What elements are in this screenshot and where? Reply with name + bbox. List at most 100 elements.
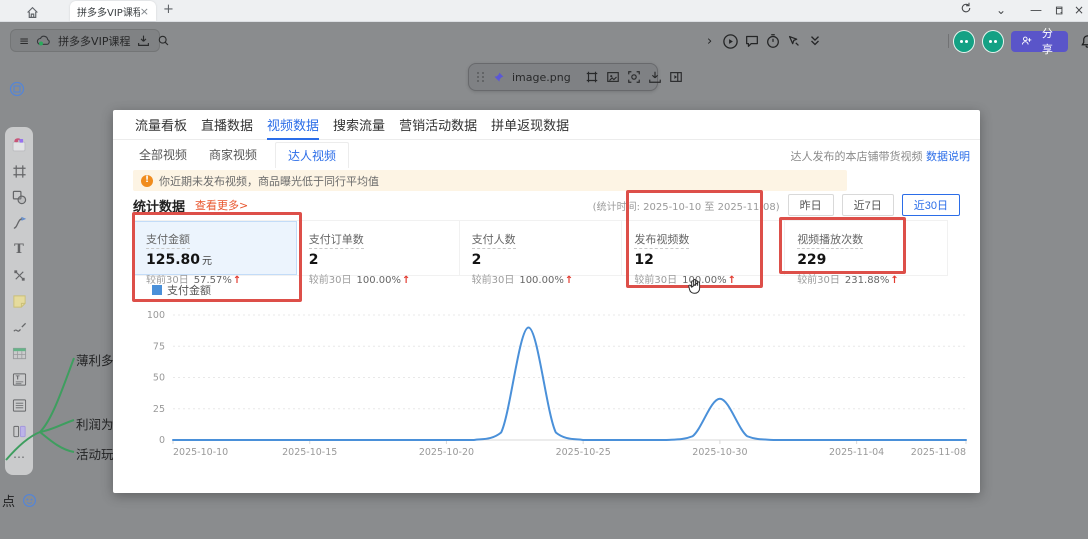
card-compare-label: 较前30日 [309, 275, 352, 286]
tab-live-data[interactable]: 直播数据 [201, 109, 253, 140]
tab-group-rebate-data[interactable]: 拼单返现数据 [491, 109, 569, 140]
tab-video-data[interactable]: 视频数据 [267, 109, 319, 140]
share-button[interactable]: 分享 [1011, 31, 1067, 52]
notifications-bell-icon[interactable] [1080, 32, 1088, 50]
zoom-to-fit-icon[interactable] [627, 69, 641, 85]
data-explain-link[interactable]: 数据说明 [926, 150, 970, 163]
card-compare-label: 较前30日 [797, 275, 840, 286]
annotation-rect-published-videos [626, 190, 763, 288]
sync-icon[interactable] [960, 2, 972, 18]
present-play-icon[interactable] [721, 31, 740, 51]
dashboard-tabs: 流量看板 直播数据 视频数据 搜索流量 营销活动数据 拼单返现数据 [113, 110, 980, 140]
search-icon[interactable] [157, 34, 170, 47]
new-tab-button[interactable]: + [163, 2, 174, 17]
hand-cursor-icon [686, 278, 703, 299]
subtab-merchant-videos[interactable]: 商家视频 [205, 142, 261, 167]
svg-text:2025-10-30: 2025-10-30 [692, 447, 747, 458]
tab-marketing-data[interactable]: 营销活动数据 [399, 109, 477, 140]
shapes-icon[interactable] [11, 189, 27, 205]
card-value: 2 [472, 252, 482, 268]
download-image-icon[interactable] [648, 69, 662, 85]
up-arrow-icon: ↑ [890, 275, 898, 286]
subtab-note: 达人发布的本店铺带货视频 数据说明 [791, 148, 971, 164]
svg-text:0: 0 [159, 435, 165, 446]
up-arrow-icon: ↑ [402, 275, 410, 286]
window-menu-chevron-icon[interactable]: ⌄ [996, 2, 1006, 18]
card-value: 2 [309, 252, 319, 268]
window-close-button[interactable]: × [1074, 2, 1084, 18]
browser-titlebar: 拼多多VIP课程 × + ⌄ — × [0, 0, 1088, 22]
share-label: 分享 [1037, 25, 1058, 57]
text-icon[interactable]: T [11, 241, 27, 257]
tab-traffic-board[interactable]: 流量看板 [135, 109, 187, 140]
cloud-sync-icon [36, 35, 51, 47]
drag-handle-icon[interactable] [477, 72, 485, 82]
tab-close-icon[interactable]: × [140, 6, 149, 17]
toolbar-divider [948, 34, 949, 48]
svg-text:2025-10-10: 2025-10-10 [173, 447, 228, 458]
payment-trend-chart: 0 25 50 75 100 2025-10-10 2025-10-15 2025-10-20… [121, 302, 972, 462]
transform-icon[interactable] [11, 267, 27, 283]
svg-text:100: 100 [147, 310, 165, 321]
stat-card-payment-orders[interactable]: 支付订单数 2 较前30日100.00%↑ [297, 221, 460, 275]
comment-icon[interactable] [742, 31, 761, 51]
svg-text:2025-10-15: 2025-10-15 [282, 447, 337, 458]
svg-text:2025-10-20: 2025-10-20 [419, 447, 474, 458]
menu-icon[interactable]: ≡ [19, 34, 29, 48]
warning-icon: ! [141, 175, 153, 187]
svg-text:2025-11-04: 2025-11-04 [829, 447, 884, 458]
svg-text:2025-11-08: 2025-11-08 [911, 447, 966, 458]
card-label: 支付订单数 [309, 231, 364, 249]
frame-icon[interactable] [11, 163, 27, 179]
replace-image-icon[interactable] [606, 69, 620, 85]
up-arrow-icon: ↑ [565, 275, 573, 286]
range-yesterday-button[interactable]: 昨日 [788, 194, 834, 216]
subtab-influencer-videos[interactable]: 达人视频 [275, 142, 349, 168]
restore-button[interactable] [1053, 4, 1064, 20]
connector-icon[interactable] [11, 215, 27, 231]
image-context-toolbar: image.png [468, 63, 658, 91]
svg-text:75: 75 [153, 341, 165, 352]
tab-title: 拼多多VIP课程 [77, 4, 140, 19]
sticky-note-icon[interactable] [11, 293, 27, 309]
canvas-text-fragment: 点 [2, 491, 15, 510]
svg-text:25: 25 [153, 404, 165, 415]
card-delta: 100.00% [519, 275, 564, 286]
tab-search-traffic[interactable]: 搜索流量 [333, 109, 385, 140]
view-more-link[interactable]: 查看更多> [195, 197, 248, 213]
collapse-toolbar-icon[interactable] [805, 31, 824, 51]
expand-chevron-icon[interactable]: › [700, 31, 719, 51]
minimize-button[interactable]: — [1030, 2, 1042, 18]
note-text: 达人发布的本店铺带货视频 [791, 150, 927, 163]
assets-icon[interactable] [11, 137, 27, 153]
collaborator-avatar[interactable] [982, 30, 1004, 53]
image-filename: image.png [512, 71, 571, 84]
stat-card-paying-users[interactable]: 支付人数 2 较前30日100.00%↑ [460, 221, 623, 275]
download-icon[interactable] [137, 34, 150, 47]
range-7days-button[interactable]: 近7日 [842, 194, 894, 216]
app-header: ≡ 拼多多VIP课程 [10, 29, 160, 52]
svg-text:2025-10-25: 2025-10-25 [556, 447, 611, 458]
range-30days-button[interactable]: 近30日 [902, 194, 960, 216]
canvas-badge-icon[interactable] [9, 81, 25, 101]
whiteboard-app-window: 拼多多VIP课程 × + ⌄ — × ≡ 拼多多VIP课程 › [0, 0, 1088, 539]
timer-icon[interactable] [763, 31, 782, 51]
browser-tab[interactable]: 拼多多VIP课程 × [70, 1, 156, 21]
home-icon[interactable] [26, 4, 39, 23]
laser-pointer-icon[interactable] [784, 31, 803, 51]
open-panel-icon[interactable] [669, 69, 683, 85]
line-chart: 0 25 50 75 100 2025-10-10 2025-10-15 2025-10-20… [121, 302, 972, 466]
card-compare-label: 较前30日 [472, 275, 515, 286]
pin-icon[interactable] [492, 69, 505, 85]
warning-text: 你近期未发布视频，商品曝光低于同行平均值 [159, 173, 379, 189]
subtab-all-videos[interactable]: 全部视频 [135, 142, 191, 167]
card-delta: 100.00% [357, 275, 402, 286]
svg-text:50: 50 [153, 373, 165, 384]
document-title[interactable]: 拼多多VIP课程 [58, 33, 130, 49]
collaborator-avatar[interactable] [953, 30, 975, 53]
help-icon[interactable] [22, 493, 37, 512]
card-delta: 231.88% [845, 275, 890, 286]
annotation-rect-video-plays [779, 217, 906, 274]
add-frame-icon[interactable] [585, 69, 599, 85]
card-label: 支付人数 [472, 231, 516, 249]
